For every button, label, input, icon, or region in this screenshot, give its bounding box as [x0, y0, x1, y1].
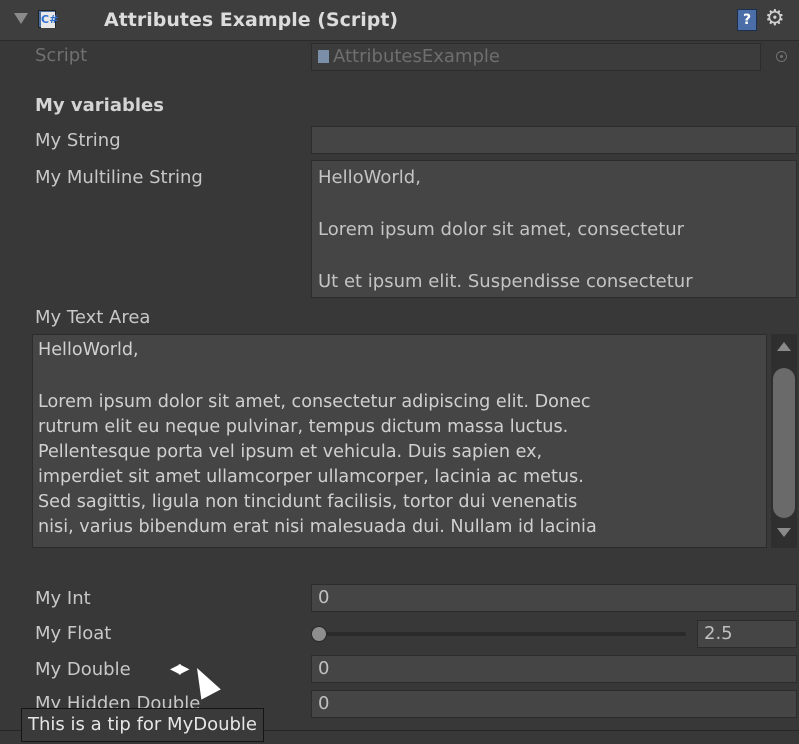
tooltip: This is a tip for MyDouble	[21, 708, 264, 742]
multiline-line: Lorem ipsum dolor sit amet, consectetur	[318, 219, 685, 240]
my-text-area-label: My Text Area	[35, 307, 151, 328]
script-field: AttributesExample	[311, 43, 761, 71]
my-string-input[interactable]	[311, 126, 797, 154]
my-text-area-input[interactable]: HelloWorld, Lorem ipsum dolor sit amet, …	[32, 334, 767, 548]
script-label: Script	[35, 45, 88, 66]
script-file-icon	[318, 50, 329, 63]
scroll-down-arrow-icon[interactable]	[777, 528, 791, 537]
my-float-slider-track[interactable]	[316, 632, 686, 636]
component-title: Attributes Example (Script)	[104, 9, 399, 31]
help-icon[interactable]: ?	[737, 9, 757, 31]
foldout-arrow-icon[interactable]	[14, 13, 28, 24]
my-double-label: My Double	[35, 659, 131, 680]
my-float-input[interactable]: 2.5	[697, 620, 797, 648]
my-double-input[interactable]: 0	[311, 655, 797, 683]
text-area-line: imperdiet sit amet ullamcorper ullamcorp…	[38, 467, 584, 487]
text-area-line: Lorem ipsum dolor sit amet, consectetur …	[38, 392, 591, 412]
csharp-script-icon: C#	[41, 12, 59, 28]
drag-resize-cursor-icon: ◀▶	[170, 661, 189, 677]
multiline-line: Ut et ipsum elit. Suspendisse consectetu…	[318, 271, 693, 292]
my-multiline-input[interactable]: HelloWorld, Lorem ipsum dolor sit amet, …	[311, 160, 797, 298]
text-area-line: HelloWorld,	[38, 340, 139, 360]
text-area-line: nisi, varius bibendum erat nisi malesuad…	[38, 517, 597, 537]
script-field-value: AttributesExample	[333, 46, 500, 67]
my-float-label: My Float	[35, 623, 112, 644]
my-int-label: My Int	[35, 588, 91, 609]
my-float-slider-thumb[interactable]	[311, 626, 327, 642]
text-area-line: Pellentesque porta vel ipsum et vehicula…	[38, 442, 543, 462]
text-area-scrollbar[interactable]	[771, 334, 797, 548]
my-int-input[interactable]: 0	[311, 584, 797, 612]
my-hidden-double-input[interactable]: 0	[311, 690, 797, 718]
object-picker-icon	[776, 51, 787, 62]
text-area-line: Sed sagittis, ligula non tincidunt facil…	[38, 492, 578, 512]
text-area-line: rutrum elit eu neque pulvinar, tempus di…	[38, 417, 569, 437]
scrollbar-thumb[interactable]	[773, 368, 795, 518]
component-header: C# Attributes Example (Script) ? ⚙	[0, 0, 799, 41]
section-header: My variables	[35, 95, 164, 116]
my-multiline-label: My Multiline String	[35, 167, 203, 188]
my-string-label: My String	[35, 130, 121, 151]
scroll-up-arrow-icon[interactable]	[777, 342, 791, 351]
multiline-line: HelloWorld,	[318, 167, 421, 188]
gear-icon[interactable]: ⚙	[765, 6, 785, 32]
